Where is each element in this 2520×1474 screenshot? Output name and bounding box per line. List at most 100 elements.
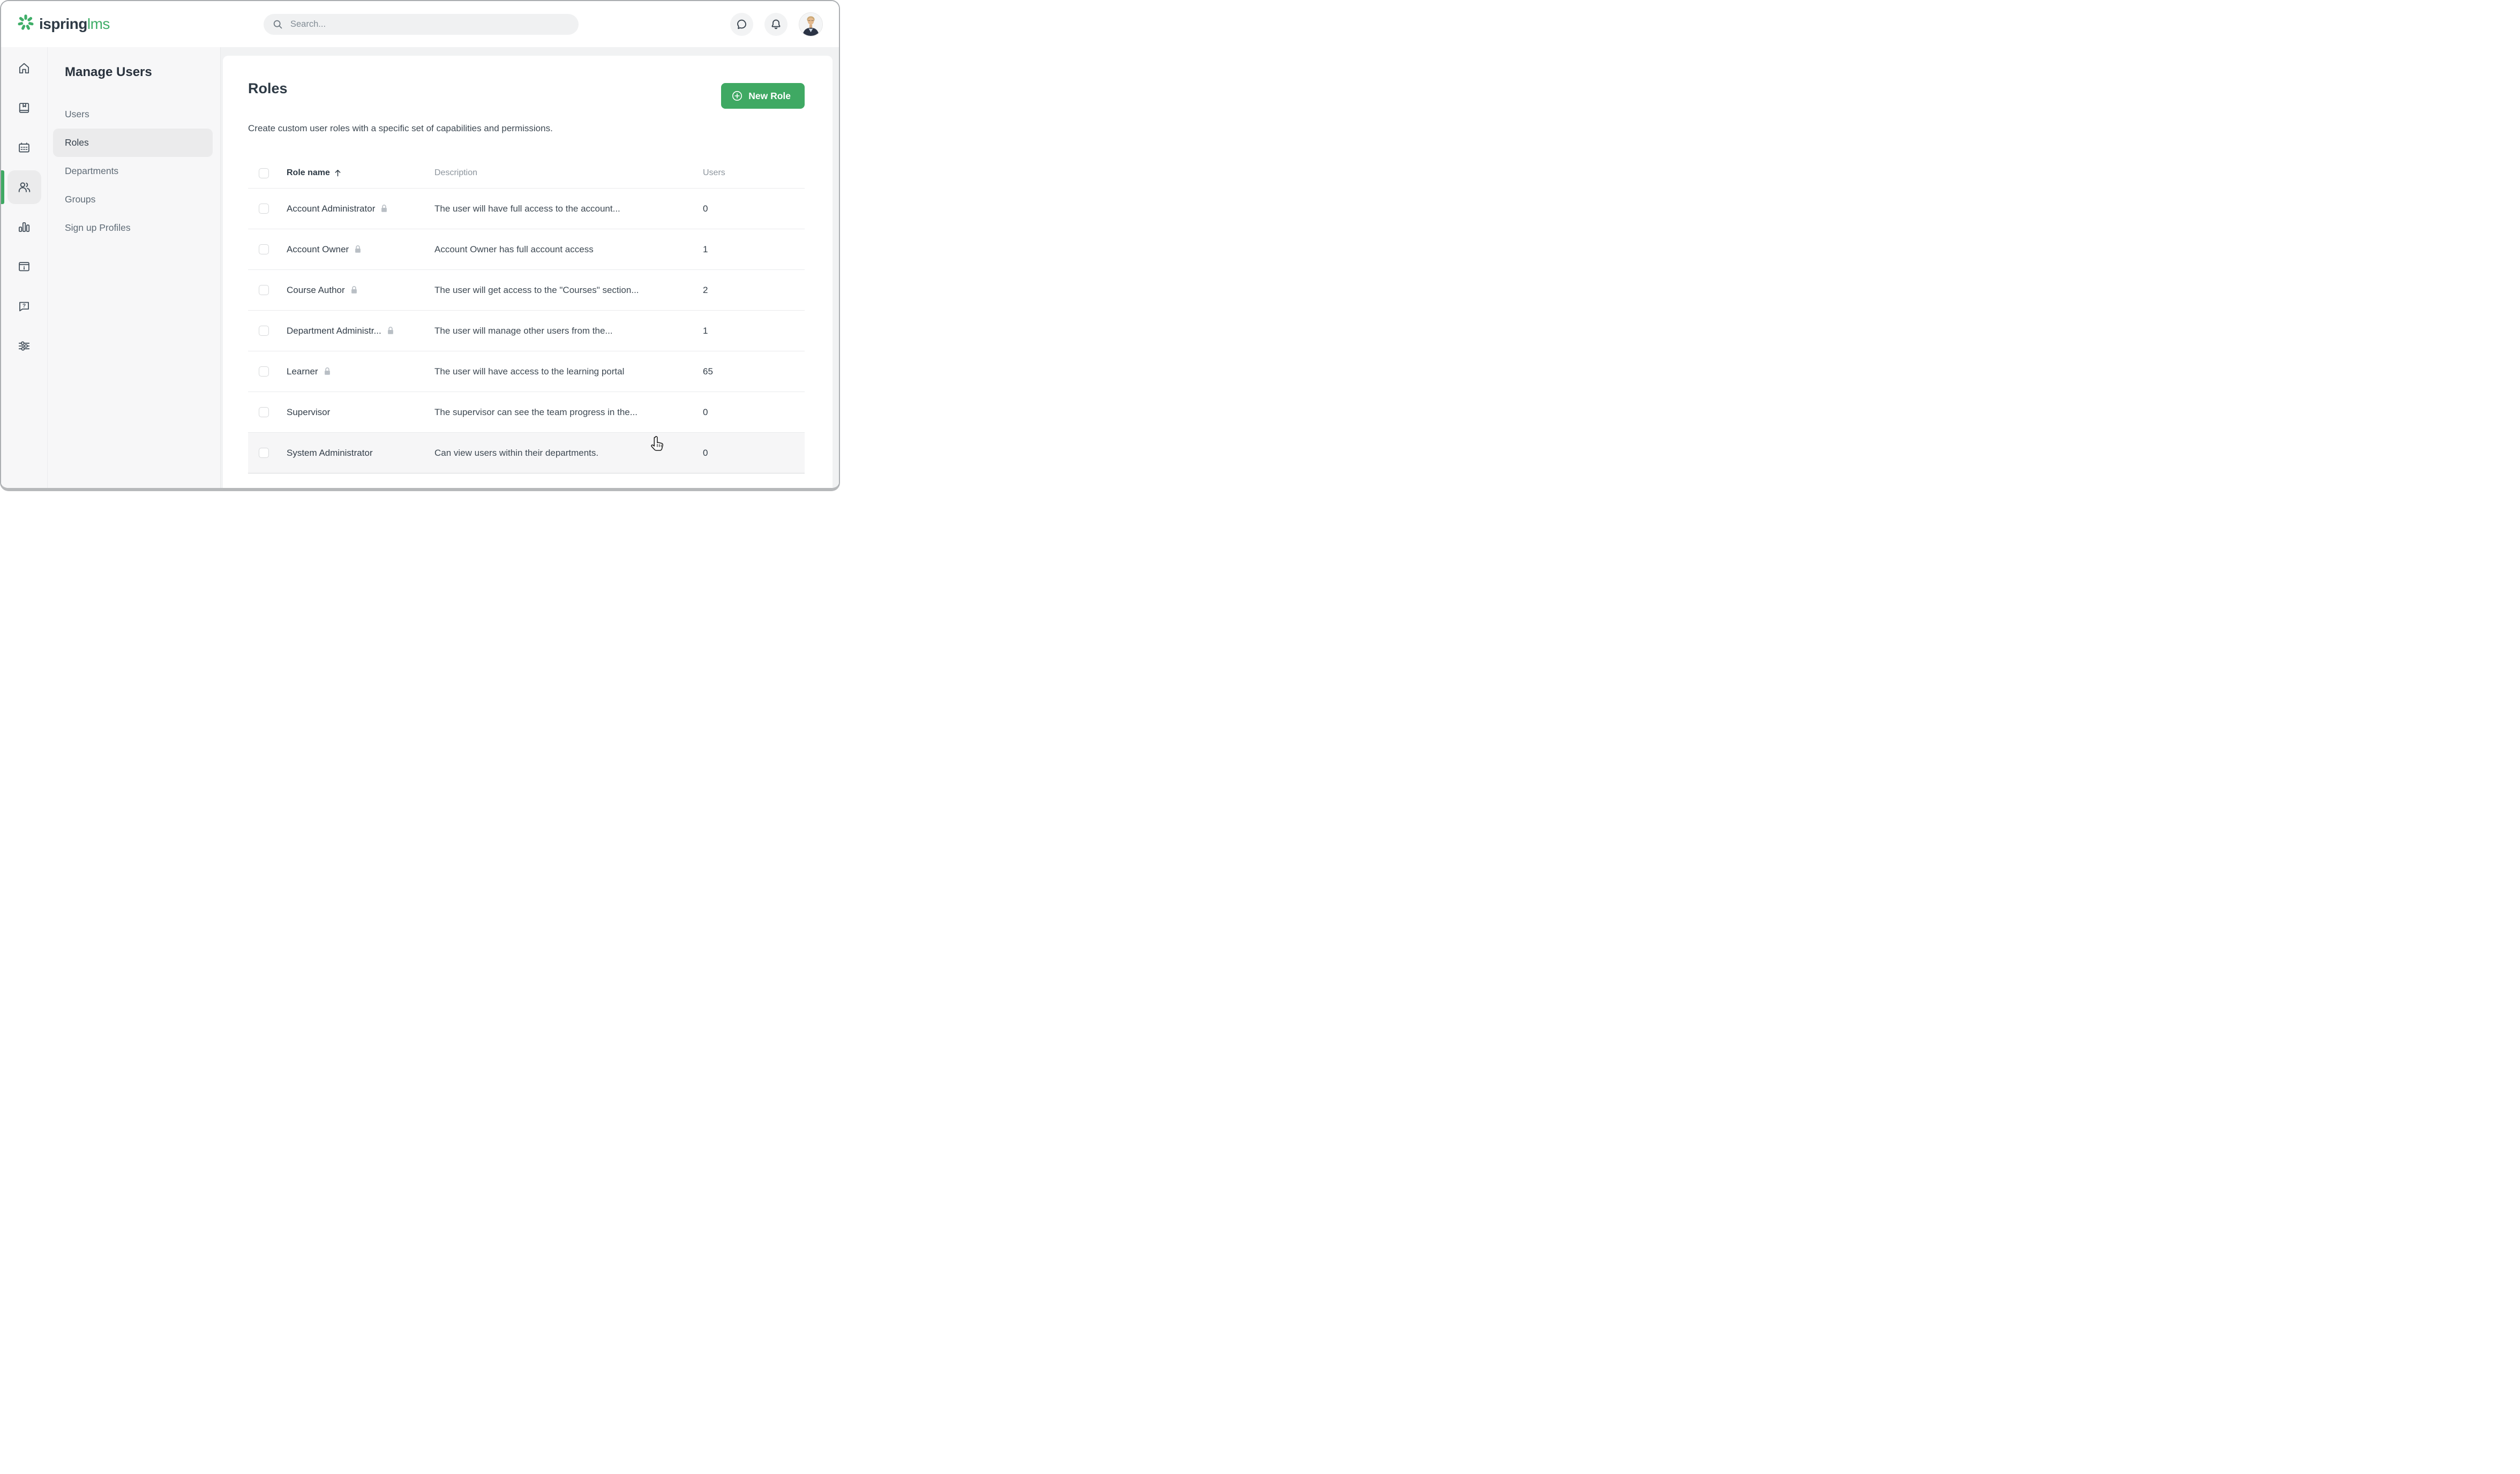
row-checkbox[interactable] [259, 244, 269, 254]
logo-brand: ispring [39, 16, 87, 32]
role-description: The user will manage other users from th… [434, 325, 613, 336]
user-avatar[interactable] [799, 12, 823, 36]
active-indicator [1, 170, 4, 204]
sort-ascending-icon [334, 169, 341, 177]
nav-item-label: Roles [65, 137, 89, 148]
role-description: Account Owner has full account access [434, 244, 594, 254]
roles-header: Roles New Role [248, 56, 805, 109]
info-window-icon [17, 260, 31, 274]
row-checkbox[interactable] [259, 448, 269, 458]
nav-item-groups[interactable]: Groups [53, 185, 213, 214]
lock-icon [354, 245, 362, 254]
chat-bubble-icon [735, 18, 748, 31]
sidebar-item-learning-portal[interactable] [8, 250, 41, 283]
panel-title: Manage Users [65, 65, 152, 79]
role-user-count: 0 [703, 447, 708, 458]
sidebar-item-settings[interactable] [8, 329, 41, 363]
role-name-header-label: Role name [287, 168, 330, 177]
logo-product: lms [87, 16, 110, 32]
sliders-icon [17, 339, 31, 353]
manage-users-nav: Users Roles Departments Groups Sign up Profi… [48, 100, 220, 242]
role-name: Account Administrator [287, 203, 376, 214]
notifications-button[interactable] [764, 12, 788, 36]
topbar-actions [730, 12, 823, 36]
role-description: The supervisor can see the team progress… [434, 407, 638, 417]
main-shell: ? Manage Users Users Roles Departments G… [1, 47, 839, 488]
role-name: System Administrator [287, 447, 373, 458]
plus-circle-icon [732, 91, 742, 101]
role-description: The user will have access to the learnin… [434, 366, 625, 377]
roles-description: Create custom user roles with a specific… [248, 123, 553, 133]
manage-users-panel: Manage Users Users Roles Departments Groups… [48, 47, 221, 488]
role-name: Department Administr... [287, 325, 381, 336]
sidebar-item-help[interactable]: ? [8, 289, 41, 323]
lock-icon [324, 367, 331, 376]
role-description: The user will have full access to the ac… [434, 203, 620, 214]
table-body: Account Administrator The user will have… [248, 189, 805, 473]
row-checkbox[interactable] [259, 366, 269, 377]
column-header-role-name[interactable]: Role name [287, 168, 434, 178]
role-description: The user will get access to the "Courses… [434, 284, 639, 295]
table-row[interactable]: System Administrator Can view users with… [248, 433, 805, 473]
sidebar-item-reports[interactable] [8, 210, 41, 244]
role-name: Supervisor [287, 407, 331, 417]
search-input[interactable] [289, 19, 570, 30]
row-checkbox[interactable] [259, 285, 269, 295]
sidebar-item-events[interactable] [8, 131, 41, 164]
role-user-count: 1 [703, 244, 708, 254]
column-header-users[interactable]: Users [703, 168, 805, 178]
page-title: Roles [248, 80, 288, 96]
role-name: Learner [287, 366, 318, 377]
nav-item-roles[interactable]: Roles [53, 129, 213, 157]
role-user-count: 0 [703, 203, 708, 214]
icon-rail: ? [1, 47, 48, 488]
row-checkbox[interactable] [259, 407, 269, 417]
content-area: Roles New Role Create custom user roles … [221, 47, 839, 488]
role-name: Account Owner [287, 244, 349, 254]
messages-button[interactable] [730, 12, 753, 36]
row-checkbox[interactable] [259, 326, 269, 336]
home-icon [17, 62, 31, 76]
bar-chart-icon [17, 220, 31, 234]
ispring-flower-icon [17, 14, 34, 35]
roles-table: Role name Description Users Account Admi… [248, 158, 805, 473]
table-row[interactable]: Course Author The user will get access t… [248, 270, 805, 311]
role-user-count: 65 [703, 366, 713, 377]
search-bar[interactable] [264, 14, 579, 35]
sidebar-item-home[interactable] [8, 51, 41, 85]
table-row[interactable]: Account Administrator The user will have… [248, 189, 805, 229]
user-photo-icon [799, 12, 822, 36]
sidebar-item-users[interactable] [1, 170, 41, 204]
bell-icon [769, 18, 783, 31]
column-header-description[interactable]: Description [434, 168, 703, 178]
table-row[interactable]: Learner The user will have access to the… [248, 351, 805, 392]
row-checkbox[interactable] [259, 204, 269, 214]
nav-item-label: Sign up Profiles [65, 222, 131, 233]
app-window: ispringlms Search... ? Manage Users User… [0, 0, 840, 491]
users-icon [17, 180, 32, 194]
nav-item-label: Departments [65, 166, 119, 176]
table-row[interactable]: Supervisor The supervisor can see the te… [248, 392, 805, 433]
svg-text:?: ? [22, 303, 26, 309]
nav-item-users[interactable]: Users [53, 100, 213, 129]
role-user-count: 0 [703, 407, 708, 417]
calendar-icon [17, 141, 31, 155]
lock-icon [387, 326, 394, 335]
table-row[interactable]: Department Administr... The user will ma… [248, 311, 805, 351]
search-icon [272, 19, 283, 30]
select-all-checkbox[interactable] [259, 168, 269, 178]
ispring-logo[interactable]: ispringlms [17, 14, 110, 35]
role-user-count: 1 [703, 325, 708, 336]
role-name: Course Author [287, 284, 345, 295]
table-row[interactable]: Account Owner Account Owner has full acc… [248, 229, 805, 270]
new-role-label: New Role [748, 90, 791, 101]
new-role-button[interactable]: New Role [721, 83, 805, 109]
nav-item-label: Users [65, 109, 89, 119]
role-description: Can view users within their departments. [434, 447, 599, 458]
book-icon [17, 101, 31, 115]
sidebar-item-courses[interactable] [8, 91, 41, 125]
roles-card: Roles New Role Create custom user roles … [223, 56, 832, 488]
nav-item-sign-up-profiles[interactable]: Sign up Profiles [53, 214, 213, 242]
lock-icon [380, 204, 388, 213]
nav-item-departments[interactable]: Departments [53, 157, 213, 185]
